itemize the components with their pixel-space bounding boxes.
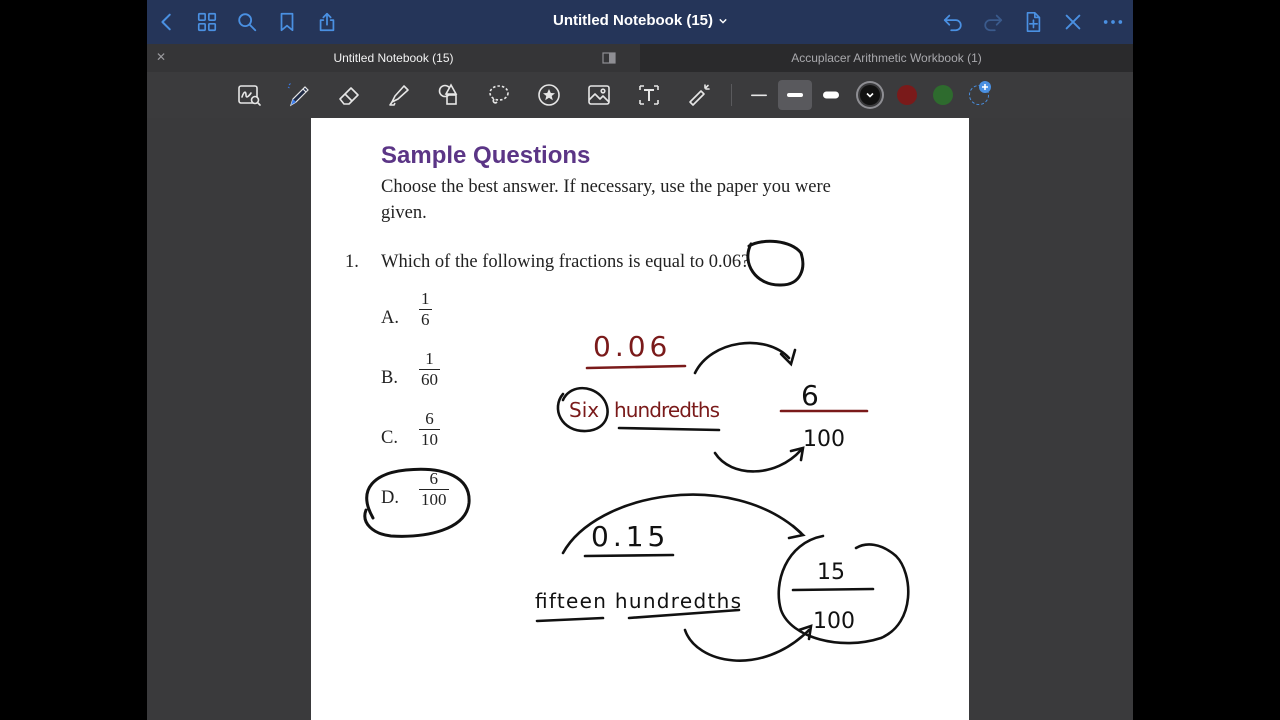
ink-circle-0.06 [746, 239, 805, 287]
ink-text-num1: 6 [801, 379, 819, 412]
notebook-title-menu[interactable]: Untitled Notebook (15) [553, 12, 727, 29]
image-icon[interactable] [582, 80, 616, 110]
add-page-icon[interactable] [1019, 8, 1047, 36]
color-swatch-black[interactable] [860, 85, 880, 105]
ink-text-num2: 15 [817, 560, 845, 585]
pen-icon[interactable] [282, 80, 316, 110]
close-icon[interactable] [1059, 8, 1087, 36]
text-icon[interactable] [632, 80, 666, 110]
ink-text-dec1: 0.06 [593, 330, 671, 363]
ink-text-words2: fifteen hundredths [535, 589, 741, 613]
ink-text-six: Six [569, 398, 599, 422]
elements-icon[interactable] [532, 80, 566, 110]
tab-bar: ✕ Untitled Notebook (15) Accuplacer Arit… [147, 44, 1133, 72]
navigation-bar: Untitled Notebook (15) [147, 0, 1133, 44]
tab-label: Accuplacer Arithmetic Workbook (1) [791, 51, 982, 65]
width-medium[interactable] [778, 80, 812, 110]
ink-arrow-top [693, 341, 791, 375]
eraser-icon[interactable] [332, 80, 366, 110]
ink-arrow-bottom-2 [683, 628, 811, 662]
width-thick[interactable] [814, 80, 848, 110]
ink-text-den2: 100 [813, 609, 855, 634]
split-view-icon[interactable] [602, 51, 616, 65]
zoom-window-icon[interactable] [232, 80, 266, 110]
ink-underline-hundredths [617, 426, 721, 432]
ink-text-dec2: 0.15 [591, 520, 669, 553]
chevron-down-icon [866, 92, 874, 98]
color-swatch-green[interactable] [933, 85, 953, 105]
bookmark-icon[interactable] [273, 8, 301, 36]
notebook-title: Untitled Notebook (15) [553, 12, 713, 29]
tab-accuplacer-workbook[interactable]: Accuplacer Arithmetic Workbook (1) [640, 44, 1133, 72]
ink-circle-answer-d [363, 467, 471, 538]
app-window: Untitled Notebook (15) ✕ Untitled Notebo… [147, 0, 1133, 720]
ink-text-den1: 100 [803, 427, 845, 452]
width-thin[interactable] [742, 80, 776, 110]
chevron-down-icon [719, 18, 727, 24]
redo-icon[interactable] [979, 8, 1007, 36]
highlighter-icon[interactable] [382, 80, 416, 110]
ink-text-hundredths1: hundredths [614, 398, 720, 422]
plus-icon [979, 81, 991, 93]
drawing-toolbar [147, 72, 1133, 118]
tab-close-icon[interactable]: ✕ [156, 51, 168, 63]
ink-arrowhead-top-2 [787, 524, 806, 540]
more-icon[interactable] [1099, 8, 1127, 36]
ink-arrow-bottom [713, 448, 803, 473]
tab-untitled-notebook[interactable]: ✕ Untitled Notebook (15) [147, 44, 640, 72]
ink-underline-fifteen [535, 616, 605, 623]
share-icon[interactable] [313, 8, 341, 36]
undo-icon[interactable] [939, 8, 967, 36]
ink-fraction-bar-2 [791, 587, 875, 592]
color-swatch-red[interactable] [897, 85, 917, 105]
search-icon[interactable] [233, 8, 261, 36]
grid-icon[interactable] [193, 8, 221, 36]
lasso-icon[interactable] [482, 80, 516, 110]
back-chevron-icon[interactable] [153, 8, 181, 36]
ink-underline-0.15 [583, 553, 675, 558]
add-color-button[interactable] [969, 81, 991, 105]
toolbar-divider [731, 84, 732, 106]
handwriting-layer: 0.06 Six hundredths 6 100 0.15 fifteen h… [363, 239, 910, 662]
notebook-page[interactable]: Sample Questions Choose the best answer.… [311, 118, 969, 720]
tab-label: Untitled Notebook (15) [333, 51, 454, 65]
laser-pointer-icon[interactable] [682, 80, 716, 110]
shapes-icon[interactable] [432, 80, 466, 110]
ink-underline-0.06 [585, 364, 687, 370]
